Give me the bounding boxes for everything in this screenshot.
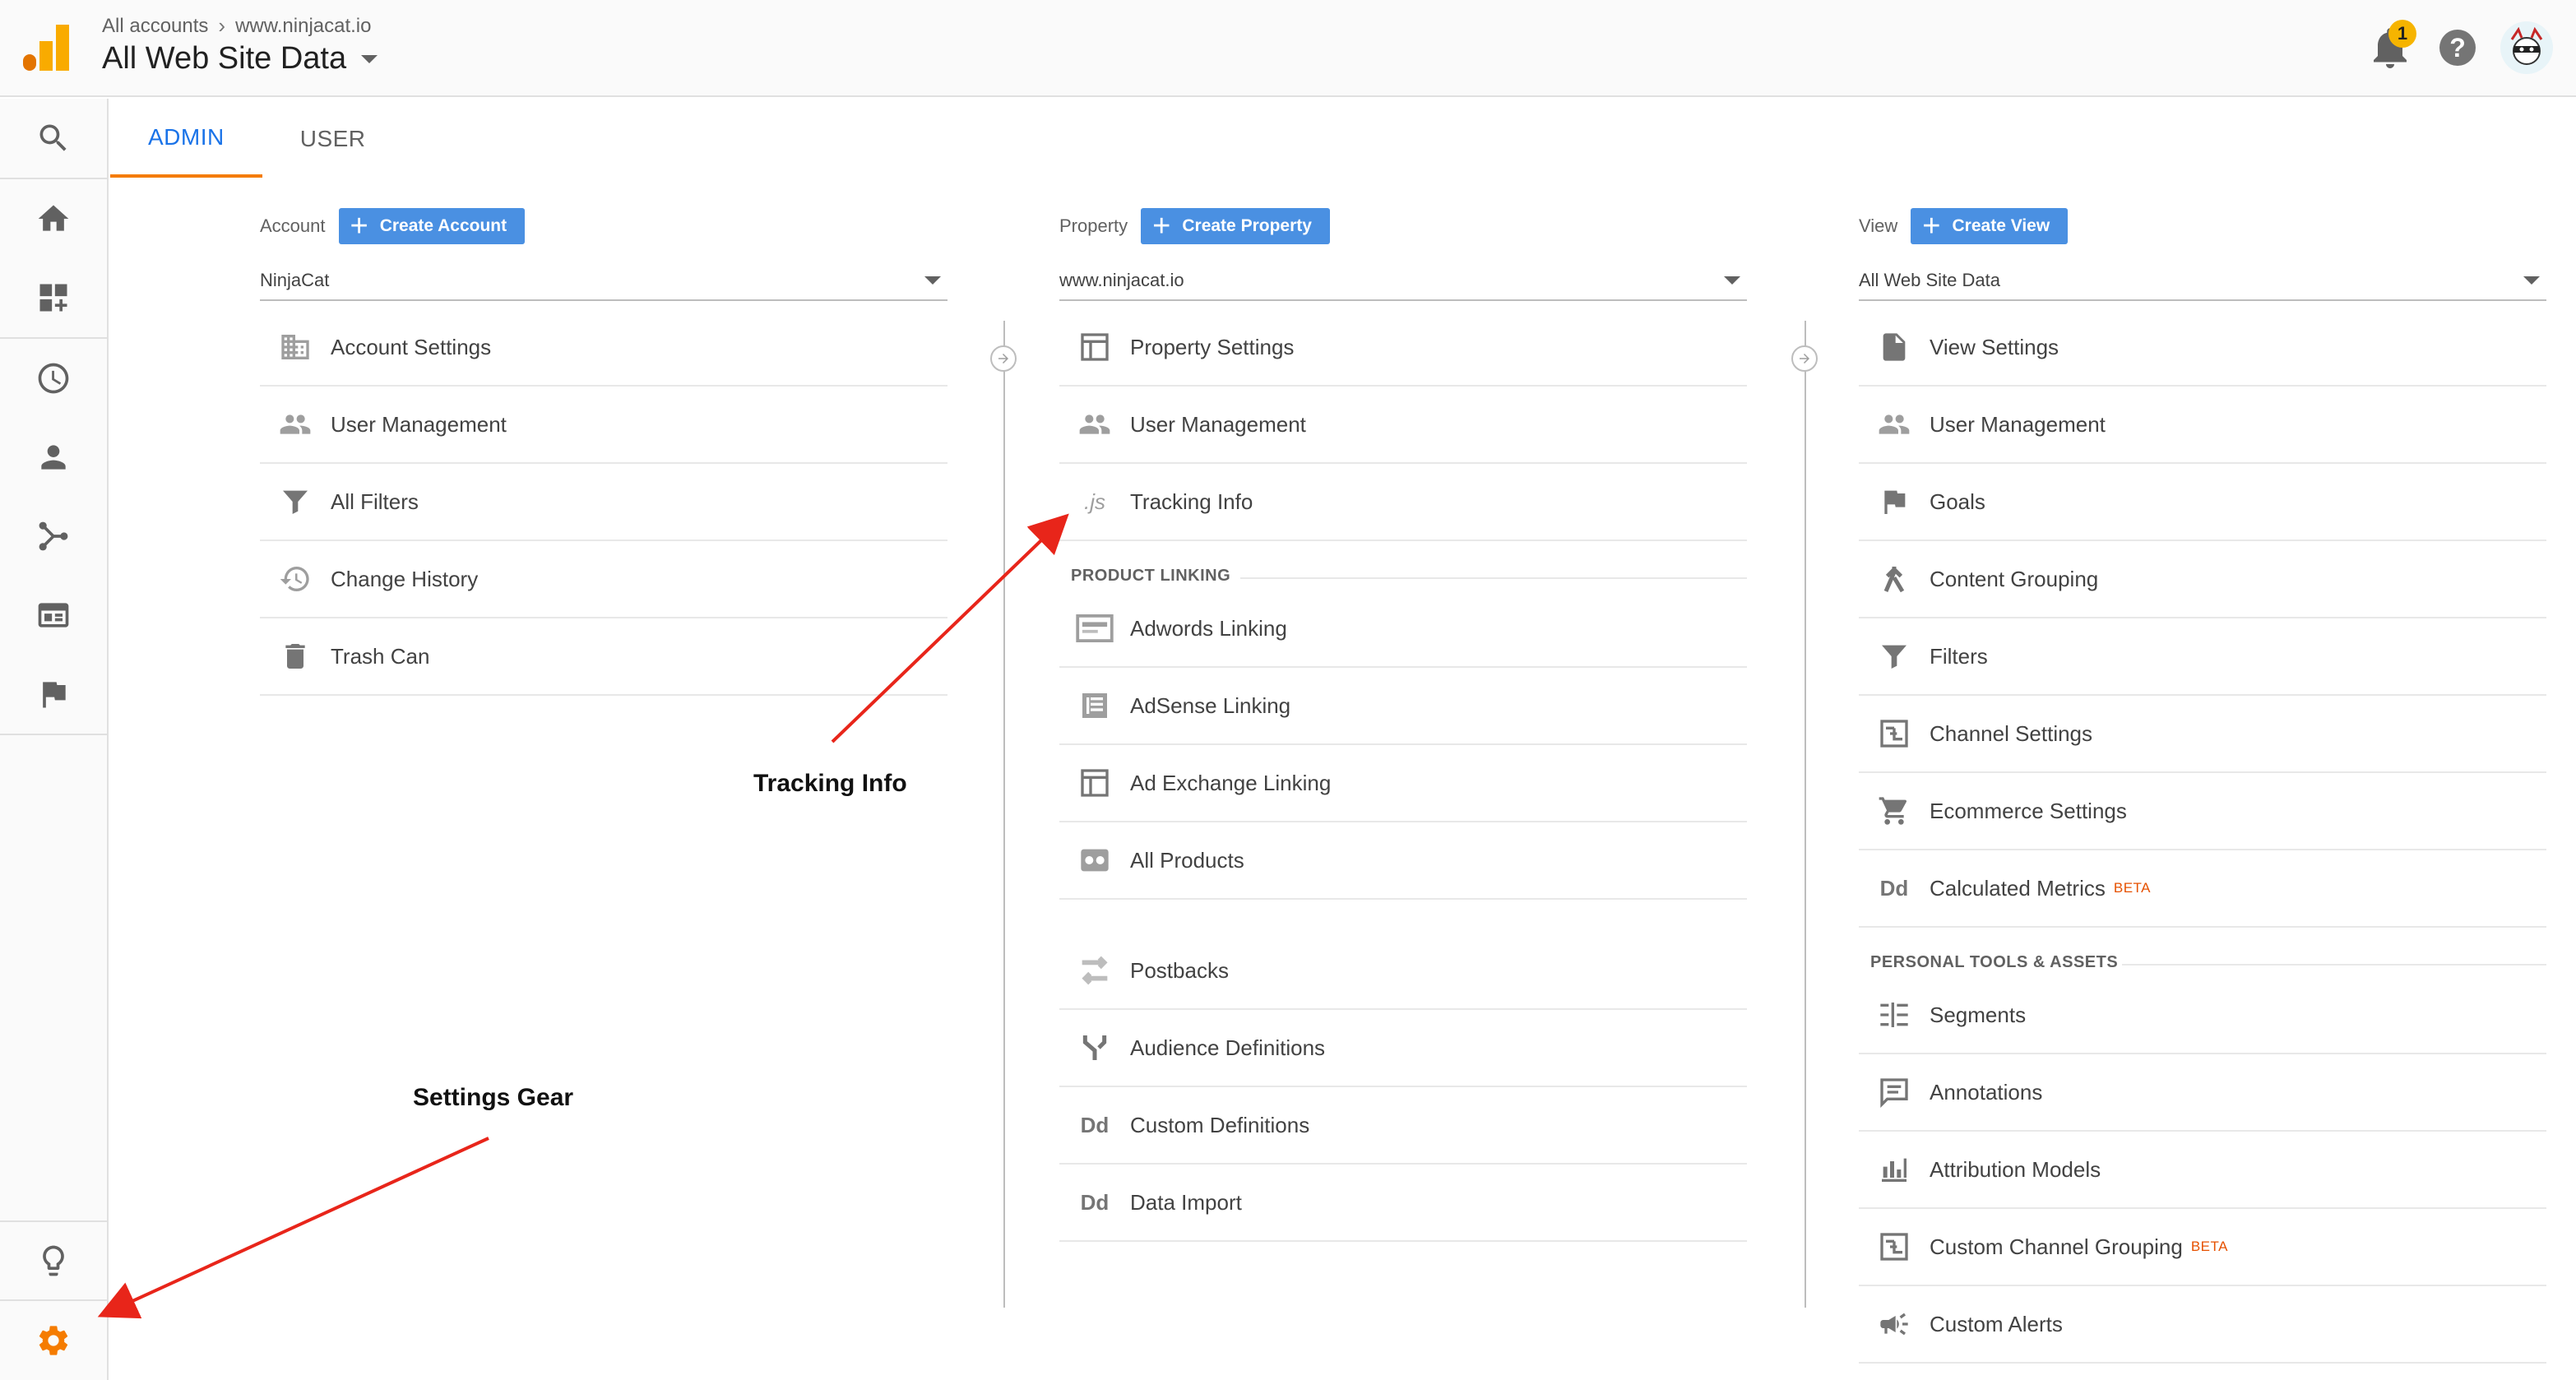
tracking-info-annotation: Tracking Info: [753, 770, 907, 797]
tracking-info-arrow: [831, 513, 1069, 743]
settings-gear-annotation: Settings Gear: [413, 1084, 574, 1111]
settings-gear-arrow: [97, 1137, 489, 1319]
annotation-arrows: [97, 513, 1069, 1319]
